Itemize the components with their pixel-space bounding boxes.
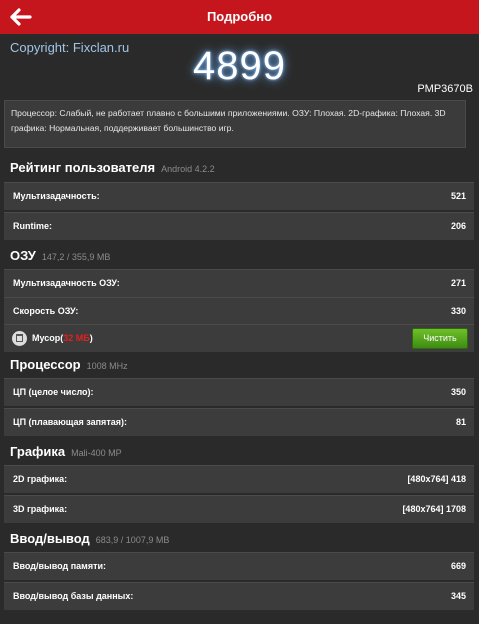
row-label: Мультизадачность: — [13, 191, 100, 201]
row-value: [480x764] 1708 — [402, 504, 466, 514]
device-model: PMP3670B — [417, 83, 473, 95]
row-ram-speed: Скорость ОЗУ: 330 — [4, 297, 474, 325]
section-subtitle: Mali-400 MP — [71, 448, 122, 458]
junk-text: Мусор — [32, 333, 61, 343]
page-title: Подробно — [206, 9, 273, 24]
section-cpu-header: Процессор 1008 MHz — [10, 357, 128, 372]
row-value: 206 — [450, 221, 466, 231]
row-ram-multitasking: Мультизадачность ОЗУ: 271 — [4, 269, 474, 297]
row-cpu-integer: ЦП (целое число): 350 — [4, 378, 474, 406]
summary-box: Процессор: Слабый, не работает плавно с … — [4, 100, 466, 148]
row-label: ЦП (плавающая запятая): — [13, 417, 127, 427]
section-ram-header: ОЗУ 147,2 / 355,9 MB — [10, 248, 110, 263]
row-value: 271 — [450, 278, 466, 288]
top-bar: Подробно — [0, 0, 479, 34]
section-subtitle: 147,2 / 355,9 MB — [41, 252, 111, 262]
section-user-rating-header: Рейтинг пользователя Android 4.2.2 — [10, 160, 215, 175]
row-value: [480x764] 418 — [407, 474, 466, 484]
row-memory-io: Ввод/вывод памяти: 669 — [4, 552, 474, 580]
section-graphics-header: Графика Mali-400 MP — [10, 444, 122, 459]
section-subtitle: Android 4.2.2 — [161, 164, 215, 174]
clean-button[interactable]: Чистить — [412, 328, 468, 349]
row-label: Runtime: — [13, 221, 52, 231]
section-subtitle: 1008 MHz — [86, 361, 128, 371]
section-title: Рейтинг пользователя — [10, 160, 156, 175]
section-title: Процессор — [10, 357, 81, 372]
section-title: ОЗУ — [10, 248, 36, 263]
junk-label: Мусор(32 МБ) — [32, 333, 93, 343]
row-junk: Мусор(32 МБ) Чистить — [4, 324, 474, 352]
row-database-io: Ввод/вывод базы данных: 345 — [4, 582, 474, 610]
row-value: 81 — [455, 417, 466, 427]
junk-amount: 32 МБ — [63, 333, 90, 343]
row-value: 330 — [450, 306, 466, 316]
row-3d-graphics: 3D графика: [480x764] 1708 — [4, 495, 474, 523]
row-2d-graphics: 2D графика: [480x764] 418 — [4, 465, 474, 493]
row-runtime: Runtime: 206 — [4, 212, 474, 240]
row-label: Ввод/вывод базы данных: — [13, 591, 134, 601]
row-label: Скорость ОЗУ: — [13, 306, 79, 316]
row-multitasking: Мультизадачность: 521 — [4, 182, 474, 210]
section-title: Графика — [10, 444, 66, 459]
row-label: Ввод/вывод памяти: — [13, 561, 107, 571]
row-label: Мультизадачность ОЗУ: — [13, 278, 120, 288]
row-value: 669 — [450, 561, 466, 571]
section-io-header: Ввод/вывод 683,9 / 1007,9 MB — [10, 531, 169, 546]
row-value: 350 — [450, 387, 466, 397]
row-cpu-float: ЦП (плавающая запятая): 81 — [4, 408, 474, 436]
row-value: 345 — [450, 591, 466, 601]
total-score: 4899 — [193, 44, 286, 88]
row-value: 521 — [450, 191, 466, 201]
row-label: 3D графика: — [13, 504, 68, 514]
row-label: ЦП (целое число): — [13, 387, 94, 397]
section-subtitle: 683,9 / 1007,9 MB — [95, 535, 170, 545]
row-label: 2D графика: — [13, 474, 68, 484]
section-title: Ввод/вывод — [10, 531, 90, 546]
trash-icon — [12, 331, 27, 346]
